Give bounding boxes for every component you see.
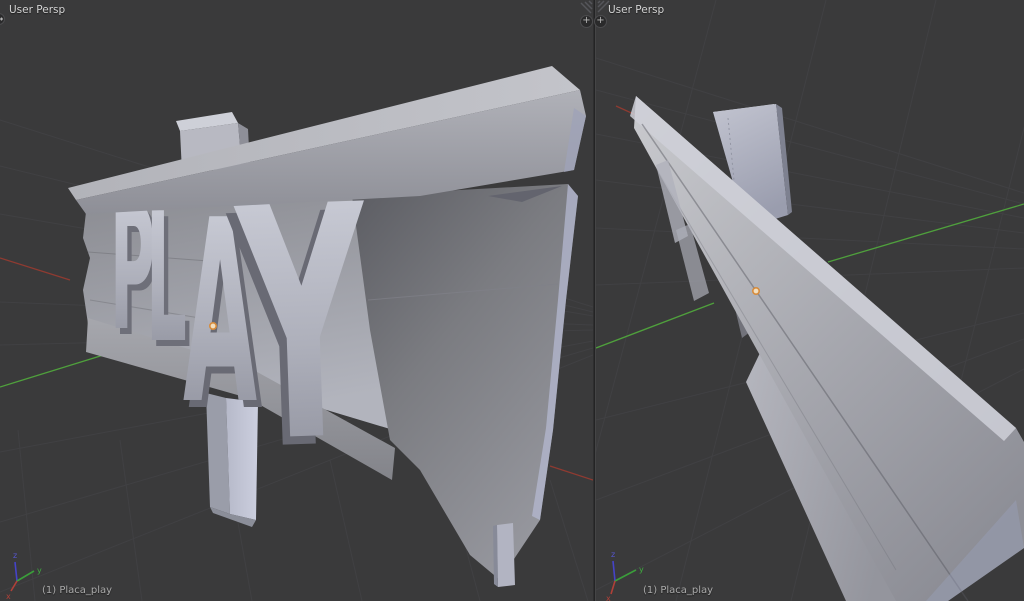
viewport-left[interactable]: P P L L A A Y Y	[0, 0, 593, 601]
scene-canvas-right[interactable]: z y x	[596, 0, 1024, 601]
gizmo-z-label: z	[13, 551, 17, 560]
expand-toolshelf-button-right[interactable]: +	[594, 15, 607, 28]
blender-split-3d-view: P P L L A A Y Y	[0, 0, 1024, 601]
viewport-right[interactable]: z y x User Persp (1) Placa_play	[596, 0, 1024, 601]
object-origin-dot[interactable]	[210, 323, 216, 329]
gizmo-y-label: y	[37, 566, 42, 575]
expand-properties-panel-button-left[interactable]: +	[580, 15, 593, 28]
gizmo-x-label: x	[6, 592, 11, 601]
gizmo-z-label: z	[611, 550, 615, 559]
scene-canvas-left[interactable]: P P L L A A Y Y	[0, 0, 593, 601]
panel-foot-tab	[497, 523, 515, 587]
gizmo-y-label: y	[639, 565, 644, 574]
gizmo-x-label: x	[606, 594, 611, 601]
object-origin-dot[interactable]	[753, 288, 759, 294]
